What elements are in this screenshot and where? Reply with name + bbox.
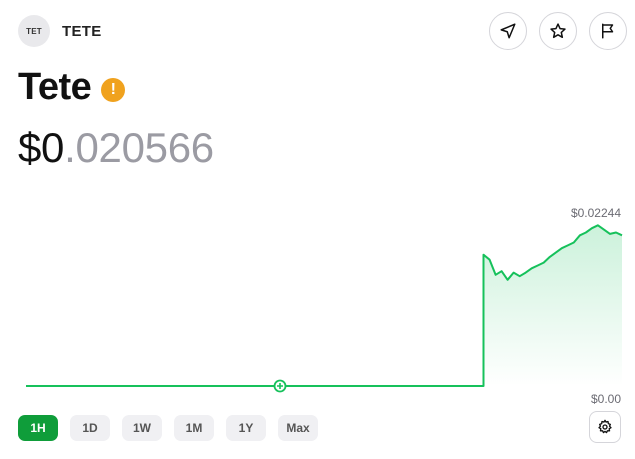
report-button[interactable]	[589, 12, 627, 50]
token-ticker: TETE	[62, 22, 102, 40]
token-header: TET TETE	[18, 14, 102, 48]
token-title-row: Tete !	[18, 66, 126, 109]
chart-crosshair-marker[interactable]	[273, 379, 287, 393]
range-button-1h[interactable]: 1H	[18, 415, 58, 441]
range-button-max[interactable]: Max	[278, 415, 318, 441]
range-button-1m[interactable]: 1M	[174, 415, 214, 441]
price-area-fill	[483, 225, 622, 386]
send-arrow-icon	[500, 23, 516, 39]
price-chart-svg	[26, 224, 623, 393]
share-button[interactable]	[489, 12, 527, 50]
favorite-button[interactable]	[539, 12, 577, 50]
flag-icon	[602, 23, 614, 39]
token-name: Tete	[18, 66, 92, 108]
time-range-selector: 1H 1D 1W 1M 1Y Max	[18, 415, 318, 441]
token-avatar: TET	[18, 15, 50, 47]
range-button-1d[interactable]: 1D	[70, 415, 110, 441]
price-decimals: .020566	[64, 124, 214, 171]
header-actions	[489, 12, 627, 50]
warning-icon[interactable]: !	[101, 77, 126, 102]
range-button-1y[interactable]: 1Y	[226, 415, 266, 441]
price-chart[interactable]	[0, 195, 635, 405]
chart-min-label: $0.00	[590, 392, 621, 406]
star-icon	[550, 23, 566, 39]
price-integer: $0	[18, 124, 65, 171]
range-button-1w[interactable]: 1W	[122, 415, 162, 441]
token-price: $0.020566	[18, 124, 214, 172]
gear-icon	[598, 419, 612, 434]
chart-settings-button[interactable]	[589, 411, 621, 443]
